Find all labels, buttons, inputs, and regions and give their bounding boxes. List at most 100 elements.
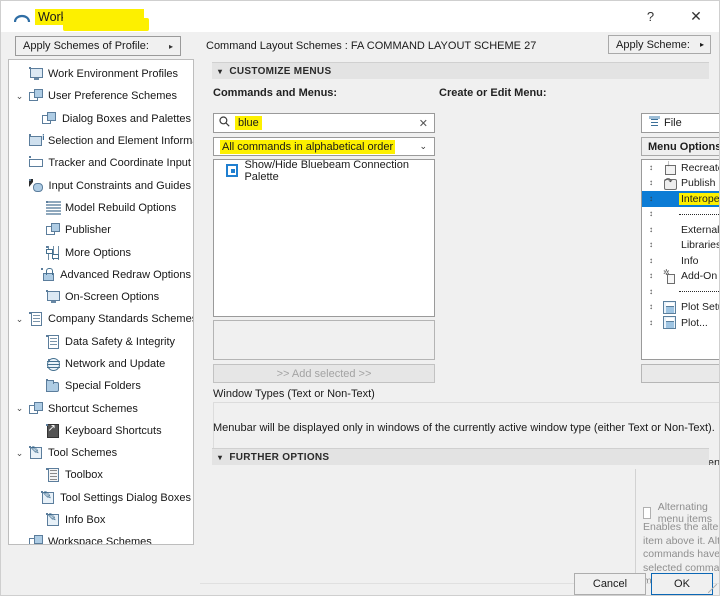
remove-button[interactable]: Remove [641,364,719,383]
command-results-list[interactable]: Show/Hide Bluebeam Connection Palette [213,159,435,317]
sidebar-item-label: Work Environment Profiles [48,68,179,81]
selection-info-icon-glyph [28,133,44,148]
sidebar-item-tracker-and-coordinate-input[interactable]: Tracker and Coordinate Input [9,152,193,174]
menu-item-row[interactable]: ↕ Interoperability [642,191,719,207]
drag-handle-icon[interactable]: ↕ [642,287,660,296]
sidebar-item-workspace-schemes[interactable]: Workspace Schemes [9,531,193,544]
globe-icon [43,357,63,371]
sidebar-item-label: More Options [65,246,132,259]
command-result-label: Show/Hide Bluebeam Connection Palette [244,159,409,183]
command-result-row[interactable]: Show/Hide Bluebeam Connection Palette [214,159,434,183]
menu-item-label: Plot... [681,316,708,329]
sidebar-item-toolbox[interactable]: Toolbox [9,464,193,486]
menu-item-row[interactable]: ↕ Publish BIMx Hyper-model... [642,176,719,192]
sidebar-item-keyboard-shortcuts[interactable]: Keyboard Shortcuts [9,420,193,442]
command-search-field[interactable]: blue ✕ [213,113,435,133]
ok-button[interactable]: OK [651,573,713,595]
folder-icon [43,379,63,393]
close-button[interactable]: ✕ [673,1,719,32]
drag-handle-icon[interactable]: ↕ [642,210,660,218]
sidebar-item-shortcut-schemes[interactable]: ⌄ Shortcut Schemes [9,397,193,419]
schemes-tree-panel[interactable]: Work Environment Profiles ⌄ User Preferenc… [8,59,194,545]
menu-select-value: File [664,117,682,129]
add-selected-button[interactable]: >> Add selected >> [213,364,435,383]
sidebar-item-data-safety-integrity[interactable]: Data Safety & Integrity [9,331,193,353]
monitor-icon [26,67,46,81]
apply-schemes-of-profile-button[interactable]: Apply Schemes of Profile: ▸ [15,36,181,56]
selection-info-icon [26,133,46,148]
drag-handle-icon[interactable]: ↕ [642,241,660,249]
sidebar-item-selection-and-element-information[interactable]: Selection and Element Information [9,130,193,152]
apply-scheme-button[interactable]: Apply Scheme: ▸ [608,35,711,54]
clear-search-icon[interactable]: ✕ [419,117,428,130]
scheme-topbar: Command Layout Schemes : FA COMMAND LAYO… [200,32,719,59]
toolbox-icon-glyph [45,468,61,483]
alternating-menu-items-checkbox[interactable] [643,507,651,519]
chevron-down-icon[interactable]: ⌄ [13,404,26,413]
menu-item-row[interactable]: ↕ Info [642,253,719,269]
drag-handle-icon[interactable]: ↕ [642,318,660,327]
command-filter-dropdown[interactable]: All commands in alphabetical order ⌄ [213,137,435,156]
menu-select-dropdown[interactable]: File ⌄ [641,113,719,133]
menu-item-row[interactable]: ↕ Recreate Travel Pack [642,160,719,176]
chevron-down-icon[interactable]: ⌄ [13,448,26,458]
resize-handle[interactable] [708,584,717,593]
disclosure-triangle-icon: ▾ [218,66,223,76]
tool-schemes-icon-glyph [28,444,44,460]
sidebar-item-network-and-update[interactable]: Network and Update [9,353,193,375]
menu-item-label: Add-On Commands in the File menu. [681,270,719,283]
app-logo-icon [9,6,35,28]
drag-handle-icon[interactable]: ↕ [642,225,660,234]
sidebar-item-work-environment-profiles[interactable]: Work Environment Profiles [9,63,193,85]
data-safety-icon [43,334,63,349]
window-types-label: Window Types (Text or Non-Text) [213,388,375,400]
customize-menus-section-header[interactable]: ▾ CUSTOMIZE MENUS [212,62,709,79]
sidebar-item-input-constraints-and-guides[interactable]: Input Constraints and Guides [9,174,193,196]
menu-item-row[interactable]: ↕ Libraries and Objects [642,238,719,254]
menu-options-button[interactable]: Menu Options ▸ [641,137,719,156]
sidebar-item-publisher[interactable]: Publisher [9,219,193,241]
menu-item-row[interactable]: ↕ Plot Setup... [642,300,719,316]
user-schemes-icon [26,89,46,103]
current-scheme-label: Command Layout Schemes : FA COMMAND LAYO… [206,39,537,52]
drag-handle-icon[interactable]: ↕ [642,303,660,311]
further-options-section-header[interactable]: ▾ FURTHER OPTIONS [212,448,709,465]
menu-item-row[interactable]: ↕ External Content [642,222,719,238]
help-button[interactable]: ? [628,1,673,32]
drag-handle-icon[interactable]: ↕ [642,179,660,187]
sidebar-item-tool-schemes[interactable]: ⌄ Tool Schemes [9,442,193,464]
menu-item-row[interactable]: ↕ Plot... [642,315,719,331]
command-description-box [213,320,435,360]
menu-item-row[interactable]: ↕ Add-On Commands in the File menu. [642,268,719,285]
menu-separator-row[interactable]: ↕ [642,284,719,300]
drag-handle-icon[interactable]: ↕ [642,272,660,280]
drag-handle-icon[interactable]: ↕ [642,194,660,203]
sidebar-item-label: Data Safety & Integrity [65,335,176,348]
sidebar-item-company-standards-schemes[interactable]: ⌄ Company Standards Schemes [9,308,193,330]
menu-items-list[interactable]: ↕ Recreate Travel Pack ↕ Publish BIMx Hyper… [641,159,719,360]
sidebar-item-more-options[interactable]: More Options [9,241,193,263]
add-selected-label: >> Add selected >> [276,367,372,380]
sliders-icon [43,245,63,260]
sidebar-item-model-rebuild-options[interactable]: Model Rebuild Options [9,197,193,219]
sidebar-item-user-preference-schemes[interactable]: ⌄ User Preference Schemes [9,85,193,107]
data-safety-icon-glyph [45,334,61,349]
sidebar-item-info-box[interactable]: Info Box [9,509,193,531]
info-box-icon [43,511,63,527]
sidebar-item-label: Selection and Element Information [48,135,193,148]
chevron-down-icon[interactable]: ⌄ [13,314,26,324]
window-controls: ? ✕ [628,1,719,32]
screen-icon-glyph [45,290,61,304]
sidebar-item-special-folders[interactable]: Special Folders [9,375,193,397]
cancel-button[interactable]: Cancel [574,573,646,595]
sidebar-item-advanced-redraw-options[interactable]: Advanced Redraw Options [9,264,193,286]
drag-handle-icon[interactable]: ↕ [642,256,660,265]
sidebar-item-on-screen-options[interactable]: On-Screen Options [9,286,193,308]
sidebar-item-dialog-boxes-and-palettes[interactable]: Dialog Boxes and Palettes [9,108,193,130]
menu-separator-row[interactable]: ↕ [642,207,719,223]
work-environment-dialog: Work Environment ? ✕ Apply Schemes of Pr… [0,0,720,596]
drag-handle-icon[interactable]: ↕ [642,163,660,172]
sidebar-item-tool-settings-dialog-boxes[interactable]: Tool Settings Dialog Boxes [9,487,193,509]
sidebar-item-label: Input Constraints and Guides [48,179,191,192]
chevron-down-icon[interactable]: ⌄ [13,91,26,101]
